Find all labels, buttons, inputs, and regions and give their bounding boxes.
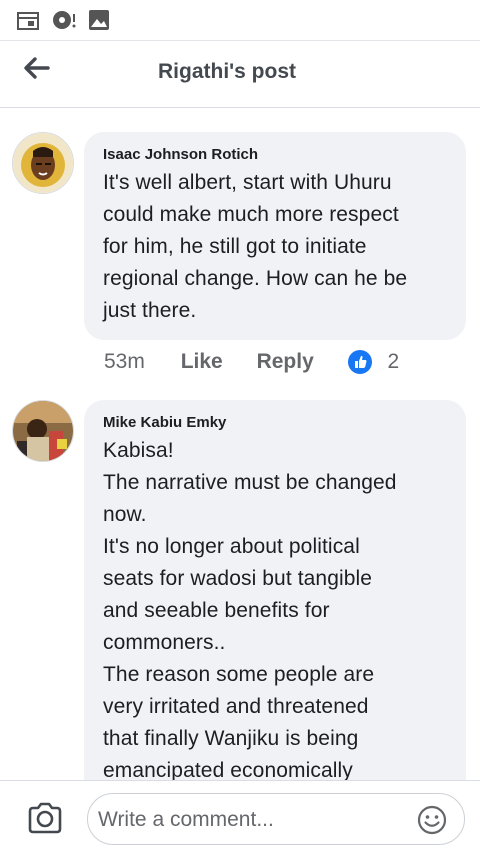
comment-author[interactable]: Mike Kabiu Emky	[103, 414, 448, 431]
media-player-icon	[53, 11, 76, 29]
comment-author[interactable]: Isaac Johnson Rotich	[103, 146, 448, 163]
comment-bubble[interactable]: Mike Kabiu Emky Kabisa! The narrative mu…	[84, 400, 466, 800]
status-bar	[0, 0, 480, 40]
page-title: Rigathi's post	[158, 60, 296, 83]
comment-composer: Write a comment...	[0, 780, 480, 855]
image-icon	[89, 10, 109, 30]
reply-button[interactable]: Reply	[257, 350, 314, 374]
comment-text: Kabisa! The narrative must be changed no…	[103, 439, 397, 782]
avatar[interactable]	[12, 132, 74, 194]
avatar[interactable]	[12, 400, 74, 462]
comment-placeholder: Write a comment...	[98, 808, 274, 831]
profile-photo	[13, 133, 73, 193]
comment-actions: 53m Like Reply 2	[104, 350, 399, 380]
comment-timestamp: 53m	[104, 350, 145, 374]
comment-text: It's well albert, start with Uhuru could…	[103, 171, 408, 322]
like-button[interactable]: Like	[181, 350, 223, 374]
emoji-icon[interactable]	[416, 804, 448, 836]
reaction-count[interactable]: 2	[387, 350, 399, 374]
profile-photo	[13, 401, 73, 461]
post-header: Rigathi's post	[0, 40, 480, 108]
camera-icon[interactable]	[27, 801, 63, 835]
like-icon[interactable]	[347, 350, 372, 375]
comment-bubble[interactable]: Isaac Johnson Rotich It's well albert, s…	[84, 132, 466, 340]
calendar-icon	[17, 12, 39, 30]
comment-input[interactable]: Write a comment...	[87, 793, 465, 845]
